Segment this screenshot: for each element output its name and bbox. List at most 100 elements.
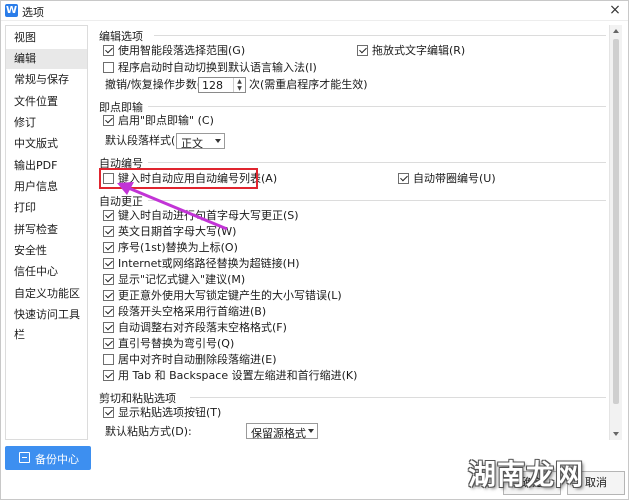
- checkbox-box: [103, 173, 114, 184]
- divider: [148, 106, 606, 107]
- sidebar-item-trust-center[interactable]: 信任中心: [6, 262, 87, 282]
- checkbox-box: [103, 274, 114, 285]
- drag-drop-label: 拖放式文字编辑(R): [372, 44, 466, 57]
- options-sidebar: 视图 编辑 常规与保存 文件位置 修订 中文版式 输出PDF 用户信息 打印 拼…: [5, 25, 88, 440]
- autocorrect-option[interactable]: 自动调整右对齐段落末空格格式(F): [103, 321, 303, 335]
- autocorrect-option[interactable]: 更正意外使用大写锁定键产生的大小写错误(L): [103, 289, 343, 303]
- section-title-paste: 剪切和粘贴选项: [99, 392, 176, 405]
- click-and-type-label: 启用"即点即输" (C): [118, 114, 214, 127]
- checkbox-box: [103, 242, 114, 253]
- checkbox-box: [357, 45, 368, 56]
- auto-number-list-label: 键入时自动应用自动编号列表(A): [118, 172, 278, 185]
- autocorrect-option-label: 键入时自动进行句首字母大写更正(S): [118, 209, 299, 222]
- sidebar-item-spell-check[interactable]: 拼写检查: [6, 220, 87, 240]
- autocorrect-option-label: 直引号替换为弯引号(Q): [118, 337, 235, 350]
- sidebar-item-print[interactable]: 打印: [6, 198, 87, 218]
- smart-paragraph-checkbox[interactable]: 使用智能段落选择范围(G): [103, 44, 353, 58]
- section-title-autocorrect: 自动更正: [99, 195, 143, 208]
- autocorrect-option[interactable]: 键入时自动进行句首字母大写更正(S): [103, 209, 303, 223]
- autocorrect-option-label: 自动调整右对齐段落末空格格式(F): [118, 321, 287, 334]
- show-paste-button-checkbox[interactable]: 显示粘贴选项按钮(T): [103, 406, 253, 420]
- backup-center-label: 备份中心: [35, 453, 79, 466]
- section-title-click-type: 即点即输: [99, 101, 143, 114]
- autocorrect-option-label: 段落开头空格采用行首缩进(B): [118, 305, 267, 318]
- sidebar-item-user-info[interactable]: 用户信息: [6, 177, 87, 197]
- divider: [148, 200, 606, 201]
- autocorrect-option[interactable]: 显示"记忆式键入"建议(M): [103, 273, 303, 287]
- undo-steps-hint: 次(需重启程序才能生效): [249, 78, 368, 91]
- autocorrect-option-label: 用 Tab 和 Backspace 设置左缩进和首行缩进(K): [118, 369, 358, 382]
- click-and-type-checkbox[interactable]: 启用"即点即输" (C): [103, 114, 253, 128]
- backup-icon: [19, 452, 30, 463]
- autocorrect-option[interactable]: 直引号替换为弯引号(Q): [103, 337, 303, 351]
- undo-steps-spinner[interactable]: 128 ▲ ▼: [198, 77, 246, 93]
- autocorrect-option-label: Internet或网络路径替换为超链接(H): [118, 257, 300, 270]
- chevron-down-icon: [215, 139, 221, 143]
- checkbox-box: [103, 370, 114, 381]
- checkbox-box: [103, 210, 114, 221]
- checkbox-box: [103, 290, 114, 301]
- divider: [190, 397, 606, 398]
- spinner-arrows-icon[interactable]: ▲ ▼: [233, 78, 245, 92]
- checkbox-box: [103, 258, 114, 269]
- window-title: 选项: [22, 6, 44, 19]
- checkbox-box: [103, 354, 114, 365]
- autocorrect-option-label: 显示"记忆式键入"建议(M): [118, 273, 246, 286]
- options-dialog: W 选项 × 视图 编辑 常规与保存 文件位置 修订 中文版式 输出PDF 用户…: [0, 0, 629, 500]
- checkbox-box: [103, 62, 114, 73]
- sidebar-item-view[interactable]: 视图: [6, 28, 87, 48]
- auto-ime-checkbox[interactable]: 程序启动时自动切换到默认语言输入法(I): [103, 61, 403, 75]
- checkbox-box: [103, 306, 114, 317]
- sidebar-item-quick-access[interactable]: 快速访问工具栏: [6, 305, 87, 341]
- sidebar-item-revision[interactable]: 修订: [6, 113, 87, 133]
- autocorrect-option[interactable]: 英文日期首字母大写(W): [103, 225, 303, 239]
- autocorrect-option-label: 英文日期首字母大写(W): [118, 225, 237, 238]
- checkbox-box: [103, 338, 114, 349]
- sidebar-item-customize-ribbon[interactable]: 自定义功能区: [6, 284, 87, 304]
- autocorrect-option-label: 居中对齐时自动删除段落缩进(E): [118, 353, 277, 366]
- smart-paragraph-label: 使用智能段落选择范围(G): [118, 44, 246, 57]
- sidebar-item-edit[interactable]: 编辑: [6, 49, 87, 69]
- section-title-auto-number: 自动编号: [99, 157, 143, 170]
- autocorrect-option[interactable]: 居中对齐时自动删除段落缩进(E): [103, 353, 303, 367]
- drag-drop-checkbox[interactable]: 拖放式文字编辑(R): [357, 44, 517, 58]
- scroll-up-icon[interactable]: [613, 29, 619, 33]
- autocorrect-option[interactable]: 段落开头空格采用行首缩进(B): [103, 305, 303, 319]
- backup-center-button[interactable]: 备份中心: [5, 446, 91, 470]
- title-bar: W 选项 ×: [1, 1, 628, 21]
- close-icon[interactable]: ×: [608, 3, 622, 17]
- autocorrect-option-label: 更正意外使用大写锁定键产生的大小写错误(L): [118, 289, 342, 302]
- vertical-scrollbar[interactable]: [609, 25, 622, 440]
- chevron-down-icon: [308, 429, 314, 433]
- sidebar-item-chinese-layout[interactable]: 中文版式: [6, 134, 87, 154]
- sidebar-item-file-location[interactable]: 文件位置: [6, 92, 87, 112]
- autocorrect-option-label: 序号(1st)替换为上标(O): [118, 241, 238, 254]
- sidebar-item-security[interactable]: 安全性: [6, 241, 87, 261]
- autocorrect-option[interactable]: 序号(1st)替换为上标(O): [103, 241, 303, 255]
- default-style-dropdown[interactable]: 正文: [176, 133, 225, 150]
- show-paste-button-label: 显示粘贴选项按钮(T): [118, 406, 222, 419]
- default-paste-value: 保留源格式: [251, 427, 306, 440]
- checkbox-box: [103, 226, 114, 237]
- default-style-value: 正文: [181, 137, 203, 150]
- checkbox-box: [103, 322, 114, 333]
- section-title-edit: 编辑选项: [99, 30, 143, 43]
- divider: [148, 162, 606, 163]
- default-paste-dropdown[interactable]: 保留源格式: [246, 423, 318, 440]
- auto-circled-number-label: 自动带圈编号(U): [413, 172, 496, 185]
- autocorrect-option[interactable]: 用 Tab 和 Backspace 设置左缩进和首行缩进(K): [103, 369, 357, 383]
- wps-app-icon: W: [5, 4, 18, 17]
- autocorrect-option[interactable]: Internet或网络路径替换为超链接(H): [103, 257, 323, 271]
- sidebar-item-output-pdf[interactable]: 输出PDF: [6, 156, 87, 176]
- sidebar-item-general-save[interactable]: 常规与保存: [6, 70, 87, 90]
- checkbox-box: [103, 45, 114, 56]
- auto-number-list-checkbox[interactable]: 键入时自动应用自动编号列表(A): [103, 172, 277, 186]
- default-paste-label: 默认粘贴方式(D):: [105, 425, 192, 438]
- checkbox-box: [103, 115, 114, 126]
- undo-steps-value: 128: [202, 79, 223, 92]
- auto-circled-number-checkbox[interactable]: 自动带圈编号(U): [398, 172, 498, 186]
- auto-ime-label: 程序启动时自动切换到默认语言输入法(I): [118, 61, 317, 74]
- scroll-down-icon[interactable]: [613, 432, 619, 436]
- scroll-thumb[interactable]: [613, 39, 619, 404]
- checkbox-box: [103, 407, 114, 418]
